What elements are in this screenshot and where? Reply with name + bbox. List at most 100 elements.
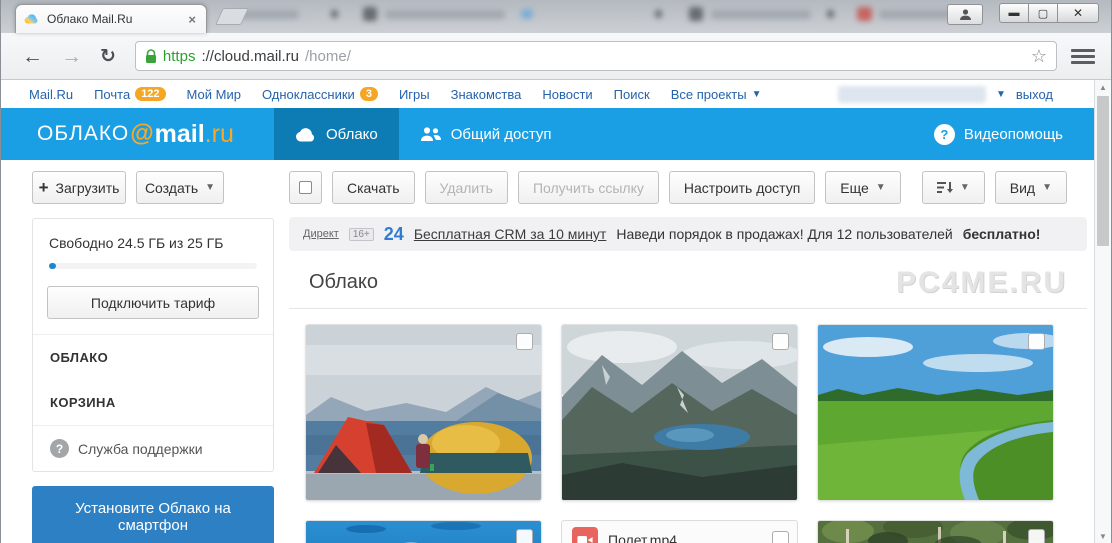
chevron-down-icon: ▼ [875, 182, 886, 193]
more-button[interactable]: Еще ▼ [825, 171, 901, 204]
account-chevron-down-icon[interactable]: ▼ [996, 89, 1006, 100]
url-host: ://cloud.mail.ru [201, 47, 299, 65]
file-tile-photo-1[interactable] [306, 325, 541, 500]
portal-link-mail[interactable]: Почта 122 [94, 86, 166, 102]
sidebar-item-cloud[interactable]: ОБЛАКО [33, 335, 273, 380]
portal-link-games[interactable]: Игры [399, 87, 430, 102]
storage-free-text: Свободно 24.5 ГБ из 25 ГБ [49, 235, 224, 251]
get-link-button[interactable]: Получить ссылку [517, 171, 659, 204]
page-title: Облако [309, 271, 379, 293]
lock-icon [145, 48, 157, 64]
smartphone-promo: Установите Облако на смартфон [32, 486, 274, 543]
sort-button[interactable]: ▼ [921, 171, 985, 204]
logo-mail-text: mail [154, 119, 205, 148]
tariff-button[interactable]: Подключить тариф [47, 286, 259, 319]
file-toolbar: Скачать Удалить Получить ссылку Настроит… [289, 171, 1087, 204]
support-link[interactable]: ? Служба поддержки [33, 425, 273, 471]
portal-nav: Mail.Ru Почта 122 Мой Мир Одноклассники … [1, 80, 1111, 108]
portal-link-moymir[interactable]: Мой Мир [187, 87, 241, 102]
mail-unread-badge: 122 [135, 87, 166, 101]
ad-text-bold: бесплатно! [962, 226, 1041, 242]
title-row: Облако PC4ME.RU [289, 261, 1087, 309]
file-checkbox[interactable] [1028, 333, 1045, 350]
sidebar-item-trash[interactable]: КОРЗИНА [33, 380, 273, 425]
portal-link-label: Все проекты [670, 86, 747, 102]
portal-account-area: ▼ выход [837, 85, 1083, 103]
file-tile-video[interactable]: Полет.mp4 [562, 521, 797, 543]
portal-link-mailru[interactable]: Mail.Ru [29, 87, 73, 102]
photo-green-field [818, 325, 1053, 500]
scrollbar-thumb[interactable] [1097, 96, 1109, 246]
logout-link[interactable]: выход [1016, 87, 1053, 102]
upload-button[interactable]: + Загрузить [32, 171, 126, 204]
portal-link-odnoklassniki[interactable]: Одноклассники 3 [262, 87, 378, 102]
configure-access-button[interactable]: Настроить доступ [668, 171, 816, 204]
person-icon [959, 8, 972, 21]
logo-cloud-text: ОБЛАКО [37, 122, 130, 145]
forward-button[interactable]: → [52, 46, 91, 67]
cloud-mailru-logo[interactable]: ОБЛАКО @ mail .ru [1, 108, 274, 160]
tab-cloud[interactable]: Облако [274, 108, 399, 160]
file-checkbox[interactable] [516, 333, 533, 350]
create-label: Создать [144, 179, 199, 196]
video-file-icon [572, 527, 598, 543]
chevron-down-icon: ▼ [959, 182, 970, 193]
portal-link-news[interactable]: Новости [542, 87, 592, 102]
file-checkbox[interactable] [772, 333, 789, 350]
ad-direct-link[interactable]: Директ [303, 228, 339, 240]
file-checkbox[interactable] [772, 531, 789, 543]
watermark: PC4ME.RU [895, 265, 1067, 299]
bookmark-star-icon[interactable]: ☆ [1031, 46, 1047, 67]
video-help-button[interactable]: ? Видеопомощь [933, 108, 1111, 160]
profile-button[interactable] [947, 4, 983, 25]
tab-shared-access[interactable]: Общий доступ [399, 108, 573, 160]
tab-title: Облако Mail.Ru [47, 12, 133, 26]
url-bar[interactable]: https ://cloud.mail.ru/home/ ☆ [134, 41, 1057, 71]
delete-button[interactable]: Удалить [424, 171, 508, 204]
photo-forest [818, 521, 1053, 543]
scroll-down-arrow[interactable]: ▼ [1095, 529, 1111, 543]
tab-shared-label: Общий доступ [450, 125, 552, 143]
url-scheme: https [162, 47, 196, 65]
scroll-up-arrow[interactable]: ▲ [1095, 80, 1111, 94]
file-checkbox[interactable] [1028, 529, 1045, 543]
portal-link-label: Почта [94, 86, 131, 102]
url-path: /home/ [305, 47, 351, 65]
ad-title-link[interactable]: Бесплатная CRM за 10 минут [414, 226, 607, 242]
portal-link-search[interactable]: Поиск [614, 87, 650, 102]
view-button[interactable]: Вид ▼ [994, 171, 1067, 204]
file-checkbox[interactable] [516, 529, 533, 543]
select-all-button[interactable] [289, 171, 322, 204]
more-label: Еще [840, 179, 869, 196]
page-scrollbar[interactable]: ▲ ▼ [1094, 80, 1111, 543]
reload-button[interactable]: ↻ [91, 45, 125, 68]
minimize-button[interactable]: ▬ [999, 3, 1029, 23]
download-button[interactable]: Скачать [332, 171, 415, 204]
tab-close-icon[interactable]: × [186, 12, 198, 27]
portal-link-dating[interactable]: Знакомства [451, 87, 522, 102]
maximize-button[interactable]: ▢ [1028, 3, 1058, 23]
browser-tab-active[interactable]: Облако Mail.Ru × [15, 4, 207, 33]
close-button[interactable]: ✕ [1057, 3, 1099, 23]
account-name-redacted [837, 85, 986, 103]
menu-icon[interactable] [1071, 48, 1095, 64]
ad-banner: Директ 16+ 24 Бесплатная CRM за 10 минут… [289, 217, 1087, 251]
page-content: + Загрузить Создать ▼ Свободно 24.5 ГБ и… [1, 160, 1111, 543]
file-tile-photo-4[interactable] [306, 521, 541, 543]
back-button[interactable]: ← [13, 46, 52, 67]
portal-link-all-projects[interactable]: Все проекты ▼ [671, 87, 762, 102]
storage-panel: Свободно 24.5 ГБ из 25 ГБ Подключить тар… [32, 218, 274, 472]
logo-at-sign: @ [130, 120, 154, 147]
file-tile-photo-2[interactable] [562, 325, 797, 500]
tab-cloud-label: Облако [326, 125, 378, 143]
question-circle-icon: ? [933, 123, 955, 145]
file-tile-photo-3[interactable] [818, 325, 1053, 500]
photo-underwater [306, 521, 541, 543]
ok-notifications-badge: 3 [359, 87, 378, 101]
plus-icon: + [38, 177, 49, 197]
main-area: Скачать Удалить Получить ссылку Настроит… [289, 171, 1087, 543]
ad-text: Наведи порядок в продажах! Для 12 пользо… [616, 226, 953, 242]
file-tile-photo-5[interactable] [818, 521, 1053, 543]
storage-usage-bar [49, 263, 257, 269]
create-button[interactable]: Создать ▼ [136, 171, 224, 204]
